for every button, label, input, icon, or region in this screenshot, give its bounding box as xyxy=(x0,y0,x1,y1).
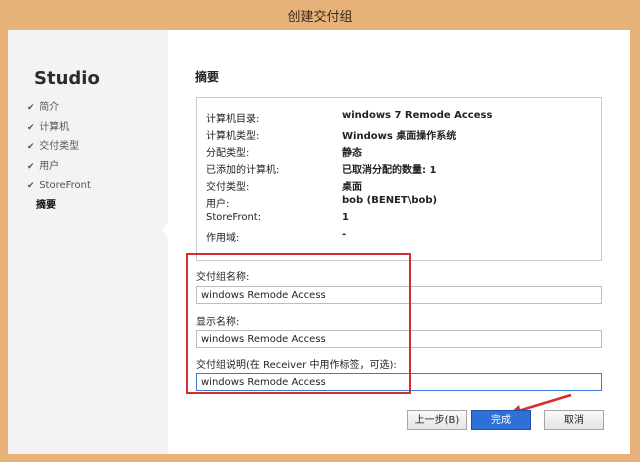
summary-value: 已取消分配的数量: 1 xyxy=(342,165,437,176)
step-label: 简介 xyxy=(39,102,60,113)
summary-value: bob (BENET\bob) xyxy=(342,195,438,206)
delivery-group-description-label: 交付组说明(在 Receiver 中用作标签，可选): xyxy=(196,360,397,371)
cancel-button[interactable]: 取消 xyxy=(544,410,604,430)
delivery-group-name-input[interactable] xyxy=(196,286,602,304)
check-icon: ✔ xyxy=(27,122,35,133)
summary-label: 分配类型: xyxy=(206,148,250,159)
delivery-group-name-label: 交付组名称: xyxy=(196,272,250,283)
step-storefront[interactable]: ✔ StoreFront xyxy=(27,176,91,196)
brand-label: Studio xyxy=(34,68,100,89)
summary-value: Windows 桌面操作系统 xyxy=(342,131,457,142)
delivery-group-description-input[interactable] xyxy=(196,373,602,391)
window-title: 创建交付组 xyxy=(287,10,353,25)
wizard-steps: ✔ 简介 ✔ 计算机 ✔ 交付类型 ✔ 用户 ✔ StoreFront 摘要 xyxy=(27,98,91,215)
check-icon: ✔ xyxy=(27,181,35,191)
summary-label: 已添加的计算机: xyxy=(206,165,280,176)
summary-box: 计算机目录: windows 7 Remode Access 计算机类型: Wind… xyxy=(196,97,602,261)
title-bar: 创建交付组 xyxy=(0,0,640,31)
step-label: 用户 xyxy=(39,160,60,172)
step-label: 摘要 xyxy=(36,199,56,211)
summary-value: windows 7 Remode Access xyxy=(342,110,493,121)
summary-label: 作用域: xyxy=(206,233,240,244)
back-button[interactable]: 上一步(B) xyxy=(407,410,467,430)
summary-label: 交付类型: xyxy=(206,182,250,193)
step-intro[interactable]: ✔ 简介 xyxy=(27,98,91,118)
summary-value: 静态 xyxy=(342,148,362,159)
step-label: 计算机 xyxy=(39,121,70,133)
check-icon: ✔ xyxy=(27,103,35,113)
summary-value: - xyxy=(342,229,347,240)
step-label: 交付类型 xyxy=(39,141,80,152)
summary-label: 用户: xyxy=(206,199,230,210)
summary-label: StoreFront: xyxy=(206,212,262,223)
summary-value: 1 xyxy=(342,212,349,223)
display-name-input[interactable] xyxy=(196,330,602,348)
page-title: 摘要 xyxy=(195,70,220,84)
summary-value: 桌面 xyxy=(342,182,362,193)
sidebar: Studio xyxy=(8,30,168,454)
step-label: StoreFront xyxy=(39,180,91,191)
step-summary[interactable]: 摘要 xyxy=(27,196,91,216)
step-machines[interactable]: ✔ 计算机 xyxy=(27,118,91,138)
display-name-label: 显示名称: xyxy=(196,317,240,328)
check-icon: ✔ xyxy=(27,161,35,172)
step-delivery-type[interactable]: ✔ 交付类型 xyxy=(27,137,91,157)
finish-button[interactable]: 完成 xyxy=(471,410,531,430)
step-users[interactable]: ✔ 用户 xyxy=(27,157,91,177)
summary-label: 计算机类型: xyxy=(206,131,260,142)
check-icon: ✔ xyxy=(27,142,35,152)
active-step-pointer-icon xyxy=(161,223,168,237)
summary-label: 计算机目录: xyxy=(206,114,260,125)
